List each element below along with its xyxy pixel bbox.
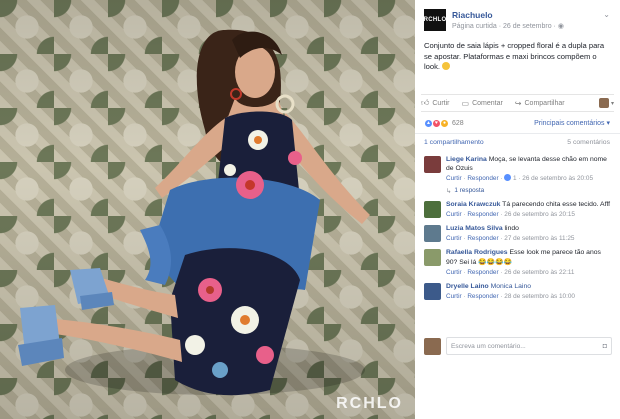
commenter-avatar[interactable]	[424, 156, 441, 173]
like-badge-icon	[504, 174, 512, 182]
write-comment-row: Escreva um comentário... ◘	[424, 337, 612, 355]
comment-body: Dryelle Laino Monica Laino Curtir · Resp…	[446, 282, 575, 301]
comment-body: Rafaella Rodrigues Esse look me parece t…	[446, 248, 612, 277]
page-avatar[interactable]: RCHLO	[424, 9, 446, 31]
comment-like-link[interactable]: Curtir	[446, 269, 462, 276]
caption-text: Conjunto de saia lápis + cropped floral …	[424, 41, 605, 71]
comment-meta: Curtir · Responder · 1 · 26 de setembro …	[446, 174, 593, 183]
comment-item: Luzia Matos Silva lindo Curtir · Respond…	[424, 224, 612, 243]
reply-arrow-icon: ↳	[446, 187, 452, 195]
smile-emoji-icon	[442, 62, 451, 70]
comment-like-link[interactable]: Curtir	[446, 175, 462, 182]
comment-input-placeholder: Escreva um comentário...	[451, 342, 526, 350]
camera-icon[interactable]: ◘	[603, 343, 607, 350]
commenter-avatar[interactable]	[424, 283, 441, 301]
share-comment-counts: 1 compartilhamento 5 comentários	[415, 133, 620, 151]
chevron-down-icon[interactable]: ⌄	[603, 10, 610, 38]
reactions-bar[interactable]: ▲ ♥ ● 628 Principais comentários ▾	[415, 113, 620, 133]
post-actions: 👍︎ Curtir ▭ Comentar ↪ Compartilhar ▾	[421, 94, 614, 112]
post-meta-text: Página curtida · 26 de setembro ·	[452, 23, 558, 30]
share-icon: ↪	[514, 98, 522, 108]
comment-like-link[interactable]: Curtir	[446, 211, 462, 218]
commenter-name[interactable]: Dryelle Laino	[446, 283, 489, 290]
view-replies-link[interactable]: ↳ 1 resposta	[446, 187, 612, 195]
post-meta: Página curtida · 26 de setembro · ◉	[452, 22, 603, 30]
comments-count[interactable]: 5 comentários	[567, 139, 610, 146]
comment-time[interactable]: 27 de setembro às 11:25	[504, 235, 574, 242]
wow-reaction-icon: ●	[440, 118, 449, 128]
thumbs-up-icon: 👍︎	[421, 98, 430, 107]
post-side-panel: RCHLO Riachuelo Página curtida · 26 de s…	[415, 0, 620, 419]
comment-label: Comentar	[472, 99, 503, 107]
comment-meta: Curtir · Responder · 28 de setembro às 1…	[446, 293, 575, 301]
comment-time[interactable]: 26 de setembro às 20:15	[504, 211, 575, 218]
comment-meta: Curtir · Responder · 27 de setembro às 1…	[446, 235, 575, 243]
post-photo[interactable]: RCHLO	[0, 0, 415, 419]
comment-body: Liege Karina Moça, se levanta desse chão…	[446, 155, 612, 184]
comment-reply-link[interactable]: Responder	[467, 269, 498, 276]
current-user-avatar	[424, 338, 441, 355]
comment-like-link[interactable]: Curtir	[446, 293, 462, 300]
commenter-name[interactable]: Liege Karina	[446, 156, 487, 163]
comment-like-count: 1	[513, 175, 517, 183]
commenter-avatar[interactable]	[424, 225, 441, 243]
comment-button[interactable]: ▭ Comentar	[462, 99, 503, 108]
commenter-name[interactable]: Rafaella Rodrigues	[446, 249, 508, 256]
actor-selector[interactable]: ▾	[598, 98, 614, 108]
reaction-count: 628	[452, 119, 464, 127]
post-caption: Conjunto de saia lápis + cropped floral …	[415, 38, 620, 88]
page-name-link[interactable]: Riachuelo	[452, 10, 603, 20]
comment-text: Tá parecendo chita esse tecido. Afff	[502, 200, 610, 208]
globe-icon: ◉	[557, 23, 564, 30]
shares-link[interactable]: 1 compartilhamento	[424, 139, 484, 146]
commenter-avatar[interactable]	[424, 249, 441, 267]
comment-like-link[interactable]: Curtir	[446, 235, 462, 242]
comment-item: Dryelle Laino Monica Laino Curtir · Resp…	[424, 282, 612, 301]
commenter-name[interactable]: Soraia Krawczuk	[446, 201, 500, 208]
comment-meta: Curtir · Responder · 26 de setembro às 2…	[446, 210, 575, 218]
header-text: Riachuelo Página curtida · 26 de setembr…	[452, 9, 603, 38]
comment-item: Liege Karina Moça, se levanta desse chão…	[424, 155, 612, 184]
comment-icon: ▭	[461, 98, 470, 108]
like-label: Curtir	[432, 99, 450, 107]
comment-item: Soraia Krawczuk Tá parecendo chita esse …	[424, 200, 612, 219]
caret-down-icon: ▾	[610, 100, 614, 107]
post-header: RCHLO Riachuelo Página curtida · 26 de s…	[415, 0, 620, 38]
comment-reply-link[interactable]: Responder	[467, 235, 498, 242]
photo-watermark: RCHLO	[336, 395, 403, 412]
comment-sort-dropdown[interactable]: Principais comentários ▾	[534, 119, 610, 127]
comment-time[interactable]: 28 de setembro às 10:00	[504, 293, 575, 300]
comment-body: Luzia Matos Silva lindo Curtir · Respond…	[446, 224, 575, 243]
comment-reply-link[interactable]: Responder	[467, 211, 498, 218]
comment-body: Soraia Krawczuk Tá parecendo chita esse …	[446, 200, 610, 219]
share-label: Compartilhar	[524, 99, 565, 107]
comment-list: Liege Karina Moça, se levanta desse chão…	[415, 151, 620, 301]
comment-input[interactable]: Escreva um comentário... ◘	[446, 337, 612, 355]
comment-time[interactable]: 26 de setembro às 22:11	[504, 269, 574, 276]
comment-time[interactable]: 26 de setembro às 20:05	[522, 175, 593, 182]
share-button[interactable]: ↪ Compartilhar	[515, 99, 565, 108]
comment-text: Monica Laino	[490, 283, 532, 291]
replies-label: 1 resposta	[454, 187, 485, 195]
model-figure	[18, 29, 370, 396]
commenter-name[interactable]: Luzia Matos Silva	[446, 225, 503, 232]
comment-item: Rafaella Rodrigues Esse look me parece t…	[424, 248, 612, 277]
comment-meta: Curtir · Responder · 26 de setembro às 2…	[446, 268, 575, 276]
comment-reply-link[interactable]: Responder	[467, 293, 498, 300]
user-avatar	[598, 98, 609, 108]
comment-text: lindo	[504, 225, 519, 233]
like-button[interactable]: 👍︎ Curtir	[421, 98, 450, 108]
commenter-avatar[interactable]	[424, 200, 441, 218]
comment-reply-link[interactable]: Responder	[467, 175, 498, 182]
